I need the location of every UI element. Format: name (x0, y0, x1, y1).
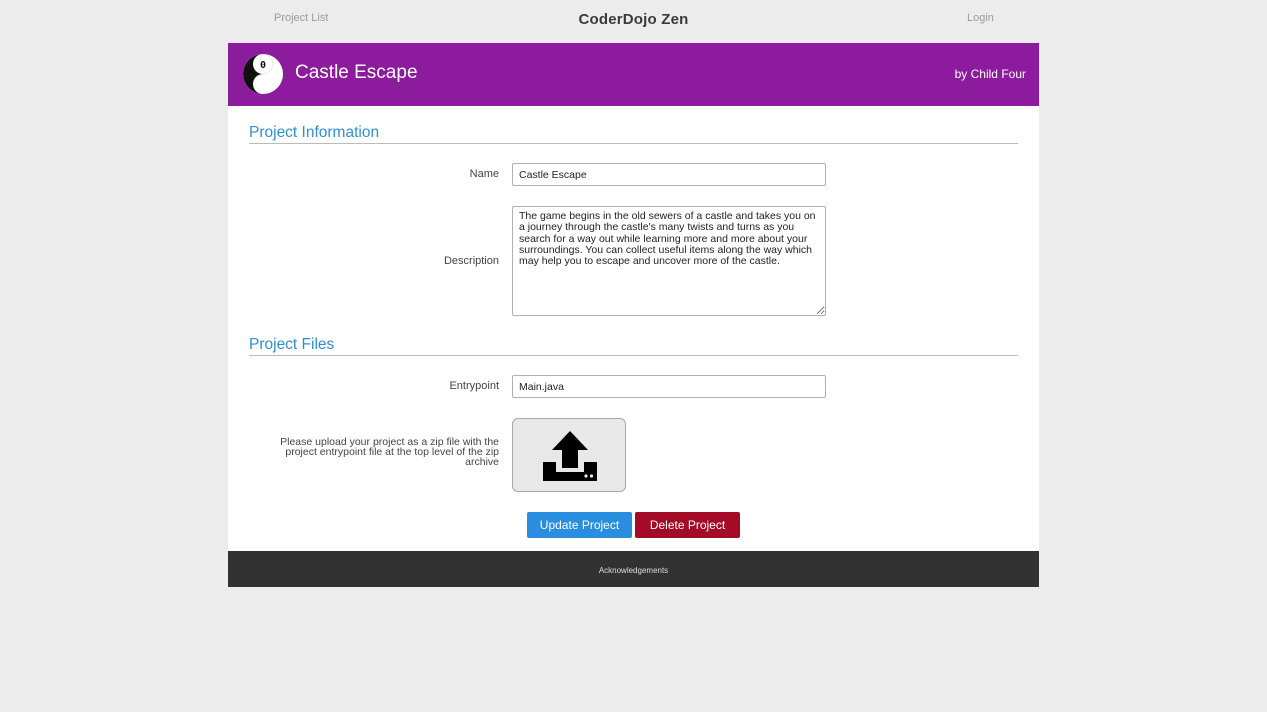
acknowledgements-link[interactable]: Acknowledgements (599, 566, 668, 575)
login-link[interactable]: Login (967, 12, 994, 24)
project-author: by Child Four (954, 67, 1026, 81)
description-label: Description (443, 255, 499, 267)
logo-digit-bottom: 1 (260, 81, 266, 92)
project-files-heading: Project Files (249, 336, 1018, 356)
project-title: Castle Escape (295, 62, 418, 83)
description-field[interactable]: The game begins in the old sewers of a c… (512, 206, 826, 316)
project-card: 0 1 Castle Escape by Child Four Project … (228, 43, 1039, 587)
logo-digit-top: 0 (260, 60, 266, 71)
name-label: Name (469, 168, 499, 180)
project-information-heading: Project Information (249, 124, 1018, 144)
coderdojo-logo-icon: 0 1 (243, 54, 283, 94)
site-title: CoderDojo Zen (578, 11, 689, 28)
update-project-button[interactable]: Update Project (527, 512, 632, 538)
name-field[interactable] (512, 163, 826, 186)
entrypoint-field[interactable] (512, 375, 826, 398)
upload-instructions: Please upload your project as a zip file… (280, 436, 499, 468)
entrypoint-label: Entrypoint (449, 380, 499, 392)
delete-project-button[interactable]: Delete Project (635, 512, 740, 538)
top-navigation: Project List CoderDojo Zen Login (0, 0, 1267, 40)
upload-icon (543, 431, 597, 481)
project-header: 0 1 Castle Escape by Child Four (228, 43, 1039, 106)
footer: Acknowledgements (228, 551, 1039, 587)
upload-dropzone[interactable] (512, 418, 626, 492)
